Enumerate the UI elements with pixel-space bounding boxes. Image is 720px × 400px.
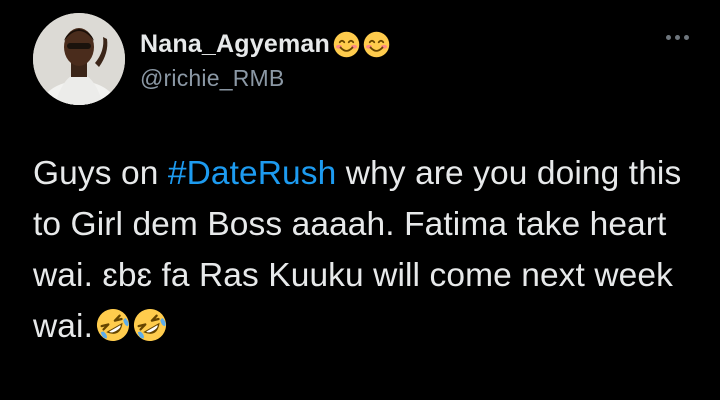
more-dot — [666, 35, 671, 40]
rofl-emoji — [96, 308, 130, 342]
more-horizontal-icon[interactable] — [666, 35, 689, 40]
more-dot — [675, 35, 680, 40]
display-name-row: Nana_Agyeman — [140, 27, 390, 61]
smiling-face-emoji — [333, 31, 360, 58]
user-handle[interactable]: @richie_RMB — [140, 65, 390, 92]
tweet-text: Guys on #DateRush why are you doing this… — [33, 148, 703, 352]
avatar[interactable] — [33, 13, 125, 105]
tweet-text-before: Guys on — [33, 155, 168, 192]
hashtag-link[interactable]: #DateRush — [168, 155, 337, 192]
rofl-emoji — [133, 308, 167, 342]
user-names: Nana_Agyeman @richie_RMB — [140, 27, 390, 92]
avatar-image — [33, 13, 125, 105]
display-name[interactable]: Nana_Agyeman — [140, 30, 330, 59]
tweet: Nana_Agyeman @richie_RMB Guys on #DateRu… — [0, 0, 720, 400]
more-dot — [684, 35, 689, 40]
smiling-face-emoji — [363, 31, 390, 58]
